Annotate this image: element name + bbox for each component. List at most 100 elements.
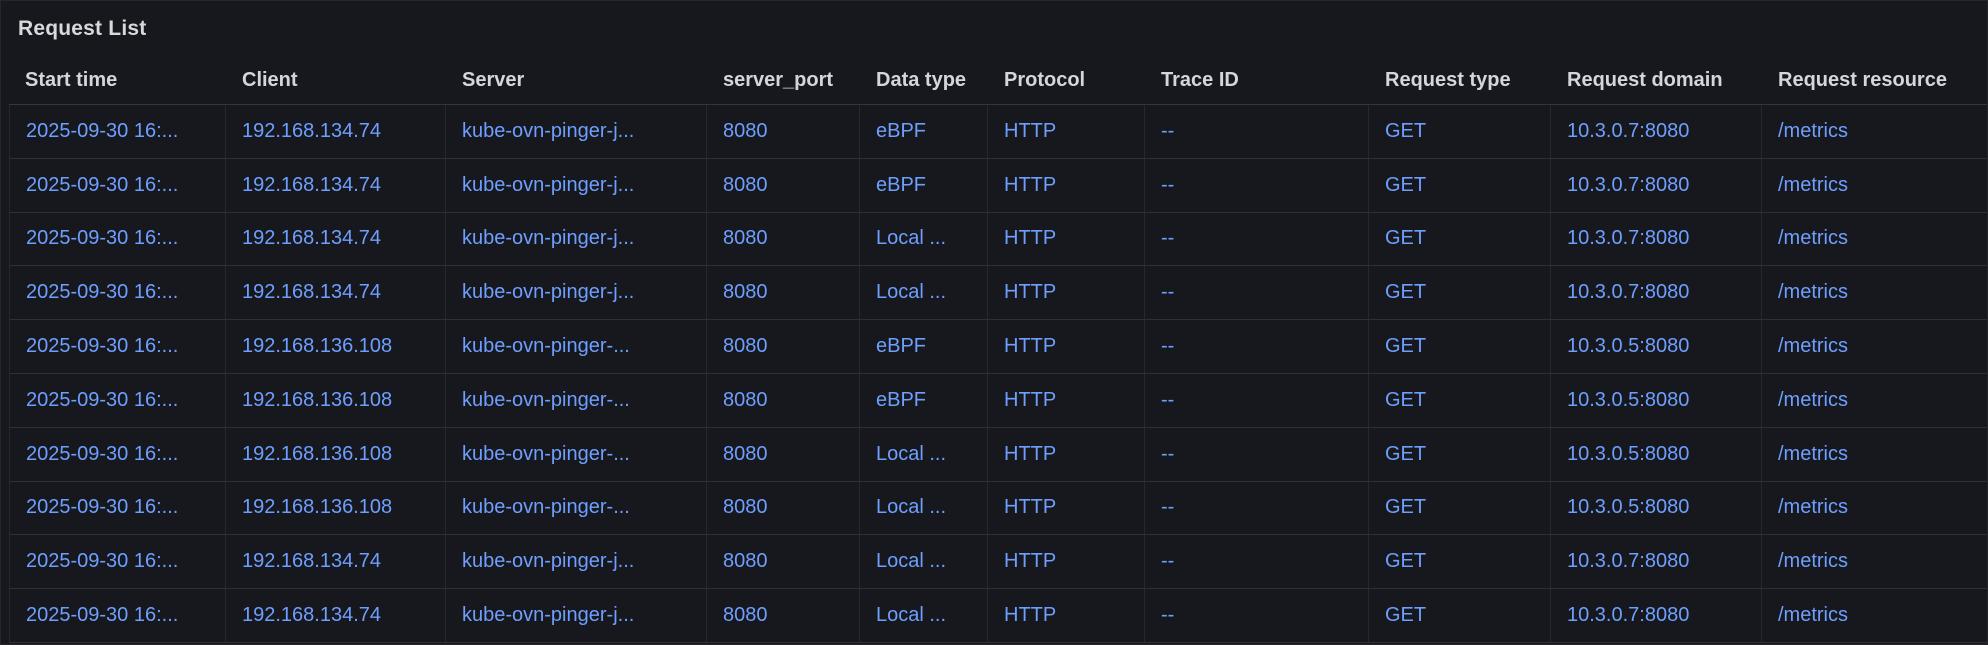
- cell-link-start-time[interactable]: 2025-09-30 16:...: [26, 120, 178, 143]
- cell-link-protocol[interactable]: HTTP: [1004, 443, 1056, 466]
- column-header-trace-id[interactable]: Trace ID: [1145, 57, 1369, 104]
- column-header-request-domain[interactable]: Request domain: [1551, 57, 1762, 104]
- cell-link-trace-id[interactable]: --: [1161, 389, 1174, 412]
- column-header-protocol[interactable]: Protocol: [988, 57, 1145, 104]
- cell-link-server-port[interactable]: 8080: [723, 496, 768, 519]
- column-header-data-type[interactable]: Data type: [860, 57, 988, 104]
- cell-link-request-type[interactable]: GET: [1385, 443, 1426, 466]
- cell-link-client[interactable]: 192.168.134.74: [242, 550, 381, 573]
- cell-link-protocol[interactable]: HTTP: [1004, 389, 1056, 412]
- cell-link-protocol[interactable]: HTTP: [1004, 496, 1056, 519]
- cell-link-request-resource[interactable]: /metrics: [1778, 550, 1848, 573]
- cell-link-start-time[interactable]: 2025-09-30 16:...: [26, 227, 178, 250]
- cell-link-request-resource[interactable]: /metrics: [1778, 227, 1848, 250]
- cell-link-protocol[interactable]: HTTP: [1004, 604, 1056, 627]
- cell-link-client[interactable]: 192.168.134.74: [242, 120, 381, 143]
- cell-link-server[interactable]: kube-ovn-pinger-j...: [462, 120, 634, 143]
- cell-link-server-port[interactable]: 8080: [723, 281, 768, 304]
- cell-link-server-port[interactable]: 8080: [723, 174, 768, 197]
- column-header-server-port[interactable]: server_port: [707, 57, 860, 104]
- cell-link-server-port[interactable]: 8080: [723, 604, 768, 627]
- cell-link-request-domain[interactable]: 10.3.0.7:8080: [1567, 174, 1689, 197]
- cell-link-data-type[interactable]: Local ...: [876, 604, 946, 627]
- cell-link-trace-id[interactable]: --: [1161, 174, 1174, 197]
- column-header-client[interactable]: Client: [226, 57, 446, 104]
- cell-link-request-domain[interactable]: 10.3.0.7:8080: [1567, 120, 1689, 143]
- cell-link-request-resource[interactable]: /metrics: [1778, 335, 1848, 358]
- cell-link-request-resource[interactable]: /metrics: [1778, 443, 1848, 466]
- cell-link-request-resource[interactable]: /metrics: [1778, 281, 1848, 304]
- cell-link-server[interactable]: kube-ovn-pinger-j...: [462, 281, 634, 304]
- cell-link-server-port[interactable]: 8080: [723, 120, 768, 143]
- cell-link-server[interactable]: kube-ovn-pinger-j...: [462, 227, 634, 250]
- cell-link-request-resource[interactable]: /metrics: [1778, 496, 1848, 519]
- cell-link-request-type[interactable]: GET: [1385, 281, 1426, 304]
- cell-link-start-time[interactable]: 2025-09-30 16:...: [26, 550, 178, 573]
- cell-link-request-domain[interactable]: 10.3.0.5:8080: [1567, 496, 1689, 519]
- cell-link-data-type[interactable]: Local ...: [876, 227, 946, 250]
- cell-link-protocol[interactable]: HTTP: [1004, 227, 1056, 250]
- cell-link-data-type[interactable]: eBPF: [876, 335, 926, 358]
- cell-link-client[interactable]: 192.168.134.74: [242, 281, 381, 304]
- cell-link-start-time[interactable]: 2025-09-30 16:...: [26, 443, 178, 466]
- cell-link-request-type[interactable]: GET: [1385, 389, 1426, 412]
- cell-link-server[interactable]: kube-ovn-pinger-...: [462, 335, 630, 358]
- cell-link-start-time[interactable]: 2025-09-30 16:...: [26, 389, 178, 412]
- cell-link-request-domain[interactable]: 10.3.0.7:8080: [1567, 550, 1689, 573]
- cell-link-client[interactable]: 192.168.134.74: [242, 174, 381, 197]
- cell-link-request-domain[interactable]: 10.3.0.5:8080: [1567, 335, 1689, 358]
- cell-link-trace-id[interactable]: --: [1161, 120, 1174, 143]
- cell-link-protocol[interactable]: HTTP: [1004, 281, 1056, 304]
- cell-link-request-domain[interactable]: 10.3.0.5:8080: [1567, 389, 1689, 412]
- cell-link-trace-id[interactable]: --: [1161, 281, 1174, 304]
- cell-link-request-resource[interactable]: /metrics: [1778, 389, 1848, 412]
- cell-link-data-type[interactable]: eBPF: [876, 389, 926, 412]
- cell-link-protocol[interactable]: HTTP: [1004, 550, 1056, 573]
- cell-link-server[interactable]: kube-ovn-pinger-j...: [462, 174, 634, 197]
- column-header-start-time[interactable]: Start time: [9, 57, 226, 104]
- cell-link-request-domain[interactable]: 10.3.0.7:8080: [1567, 227, 1689, 250]
- cell-link-data-type[interactable]: Local ...: [876, 550, 946, 573]
- cell-link-client[interactable]: 192.168.136.108: [242, 335, 392, 358]
- cell-link-client[interactable]: 192.168.134.74: [242, 227, 381, 250]
- cell-link-request-type[interactable]: GET: [1385, 174, 1426, 197]
- cell-link-trace-id[interactable]: --: [1161, 550, 1174, 573]
- cell-link-request-resource[interactable]: /metrics: [1778, 120, 1848, 143]
- cell-link-server[interactable]: kube-ovn-pinger-j...: [462, 550, 634, 573]
- cell-link-start-time[interactable]: 2025-09-30 16:...: [26, 174, 178, 197]
- cell-link-server-port[interactable]: 8080: [723, 443, 768, 466]
- cell-link-server-port[interactable]: 8080: [723, 389, 768, 412]
- cell-link-server[interactable]: kube-ovn-pinger-j...: [462, 604, 634, 627]
- cell-link-data-type[interactable]: Local ...: [876, 443, 946, 466]
- cell-link-request-type[interactable]: GET: [1385, 604, 1426, 627]
- cell-link-request-type[interactable]: GET: [1385, 120, 1426, 143]
- cell-link-start-time[interactable]: 2025-09-30 16:...: [26, 604, 178, 627]
- cell-link-protocol[interactable]: HTTP: [1004, 174, 1056, 197]
- cell-link-trace-id[interactable]: --: [1161, 227, 1174, 250]
- cell-link-data-type[interactable]: eBPF: [876, 120, 926, 143]
- cell-link-data-type[interactable]: Local ...: [876, 281, 946, 304]
- cell-link-request-domain[interactable]: 10.3.0.5:8080: [1567, 443, 1689, 466]
- cell-link-protocol[interactable]: HTTP: [1004, 335, 1056, 358]
- cell-link-server-port[interactable]: 8080: [723, 335, 768, 358]
- cell-link-trace-id[interactable]: --: [1161, 443, 1174, 466]
- cell-link-server[interactable]: kube-ovn-pinger-...: [462, 443, 630, 466]
- column-header-request-type[interactable]: Request type: [1369, 57, 1551, 104]
- cell-link-data-type[interactable]: eBPF: [876, 174, 926, 197]
- cell-link-server[interactable]: kube-ovn-pinger-...: [462, 496, 630, 519]
- cell-link-server[interactable]: kube-ovn-pinger-...: [462, 389, 630, 412]
- cell-link-client[interactable]: 192.168.134.74: [242, 604, 381, 627]
- cell-link-trace-id[interactable]: --: [1161, 496, 1174, 519]
- cell-link-server-port[interactable]: 8080: [723, 227, 768, 250]
- cell-link-request-type[interactable]: GET: [1385, 496, 1426, 519]
- cell-link-client[interactable]: 192.168.136.108: [242, 389, 392, 412]
- cell-link-request-domain[interactable]: 10.3.0.7:8080: [1567, 604, 1689, 627]
- cell-link-request-type[interactable]: GET: [1385, 335, 1426, 358]
- cell-link-data-type[interactable]: Local ...: [876, 496, 946, 519]
- cell-link-start-time[interactable]: 2025-09-30 16:...: [26, 335, 178, 358]
- column-header-server[interactable]: Server: [446, 57, 707, 104]
- cell-link-protocol[interactable]: HTTP: [1004, 120, 1056, 143]
- cell-link-request-type[interactable]: GET: [1385, 227, 1426, 250]
- cell-link-request-type[interactable]: GET: [1385, 550, 1426, 573]
- cell-link-trace-id[interactable]: --: [1161, 335, 1174, 358]
